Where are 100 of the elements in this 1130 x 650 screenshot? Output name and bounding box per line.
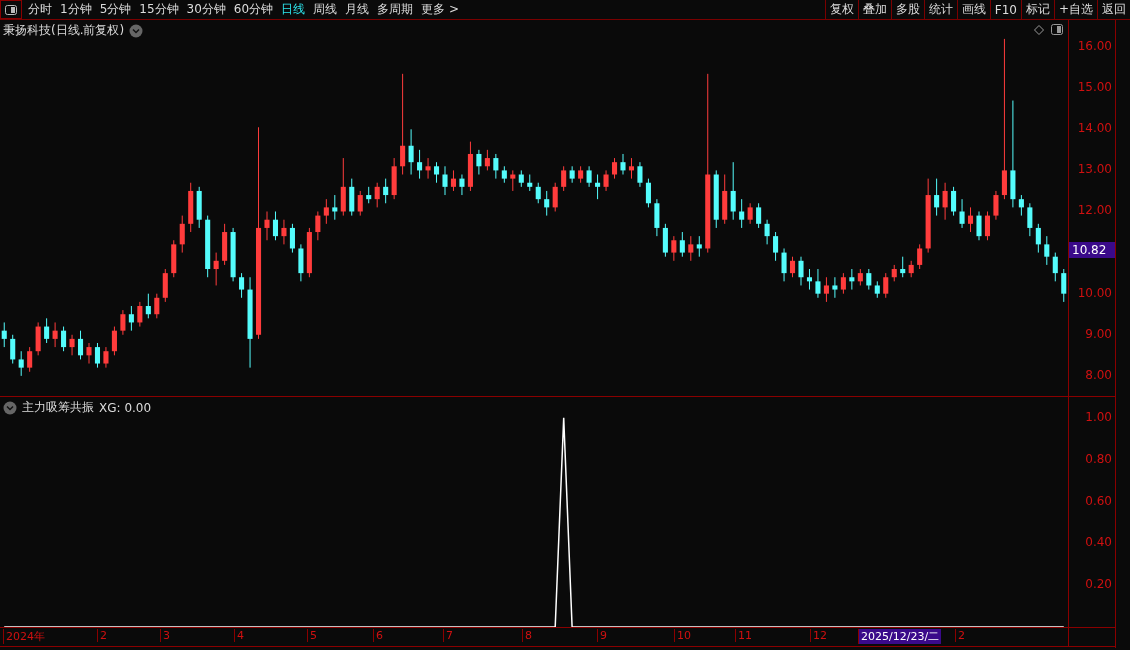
candle xyxy=(272,211,278,241)
candle xyxy=(756,202,762,229)
toolbar-button[interactable]: 多股 xyxy=(890,0,924,19)
toolbar-button[interactable]: F10 xyxy=(989,0,1021,19)
candle xyxy=(603,169,609,192)
candle xyxy=(1044,235,1050,266)
candle xyxy=(984,211,990,241)
candle xyxy=(722,174,728,225)
candle xyxy=(78,330,84,360)
candle xyxy=(306,227,312,278)
candle xyxy=(552,182,558,212)
candle xyxy=(501,165,507,184)
axis-label: 8.00 xyxy=(1085,367,1112,382)
toolbar-button[interactable]: 叠加 xyxy=(857,0,891,19)
candle xyxy=(595,174,601,200)
candle xyxy=(111,326,117,356)
candle xyxy=(137,301,143,328)
candle xyxy=(544,190,550,217)
candle xyxy=(671,235,677,262)
candle xyxy=(654,198,660,237)
toolbar-button[interactable]: 统计 xyxy=(923,0,957,19)
period-tab[interactable]: 分时 xyxy=(24,0,56,19)
candle xyxy=(281,219,287,245)
candle xyxy=(120,309,126,336)
panel-toggle-button[interactable] xyxy=(0,0,22,19)
panel-toggle-icon[interactable] xyxy=(1051,24,1063,35)
candle xyxy=(968,206,974,233)
candle xyxy=(857,268,863,286)
candle xyxy=(781,248,787,282)
candle xyxy=(10,334,16,365)
candle xyxy=(315,211,321,241)
toolbar-button[interactable]: 画线 xyxy=(956,0,990,19)
axis-label: 14.00 xyxy=(1077,121,1112,136)
candle xyxy=(849,268,855,291)
period-tab[interactable]: 月线 xyxy=(341,0,374,19)
candle xyxy=(1,321,7,348)
toolbar-button[interactable]: +自选 xyxy=(1053,0,1097,19)
candle xyxy=(510,169,516,192)
candle xyxy=(171,239,177,278)
period-tab[interactable]: 多周期 xyxy=(373,0,418,19)
candle xyxy=(442,165,448,196)
candle xyxy=(323,198,329,225)
candle xyxy=(450,169,456,192)
candle xyxy=(332,194,338,221)
candle xyxy=(917,243,923,270)
candle xyxy=(1018,194,1024,217)
candle xyxy=(425,157,431,180)
period-tab[interactable]: 周线 xyxy=(309,0,342,19)
candle xyxy=(951,186,957,217)
candle xyxy=(586,165,592,188)
candle xyxy=(518,169,524,188)
period-tab[interactable]: 30分钟 xyxy=(182,0,230,19)
candle xyxy=(1035,223,1041,254)
candle xyxy=(806,268,812,291)
candle xyxy=(289,223,295,254)
candle xyxy=(417,149,423,180)
candle xyxy=(408,128,414,175)
candle xyxy=(798,256,804,286)
candle xyxy=(993,190,999,221)
period-tab[interactable]: 60分钟 xyxy=(229,0,278,19)
candle xyxy=(1052,252,1058,282)
candle xyxy=(535,182,541,204)
candle xyxy=(213,252,219,286)
toolbar-button[interactable]: 返回 xyxy=(1097,0,1130,19)
candle xyxy=(61,326,67,352)
diamond-icon[interactable] xyxy=(1034,25,1044,35)
period-tab[interactable]: 15分钟 xyxy=(135,0,183,19)
dropdown-icon[interactable] xyxy=(3,400,17,415)
period-tab[interactable]: 日线 xyxy=(277,0,310,19)
date-label: 12 xyxy=(810,629,829,642)
candle xyxy=(44,317,50,344)
axis-label: 10.00 xyxy=(1077,285,1112,300)
candle xyxy=(688,235,694,262)
candle xyxy=(154,293,160,319)
candle xyxy=(713,169,719,229)
candle xyxy=(561,165,567,192)
candle xyxy=(773,231,779,262)
dropdown-icon[interactable] xyxy=(129,23,144,38)
candle xyxy=(145,293,151,319)
candle xyxy=(162,268,168,303)
candle xyxy=(476,149,482,175)
candle xyxy=(823,276,829,303)
axis-label: 16.00 xyxy=(1077,39,1112,54)
date-label: 2024年 xyxy=(3,629,47,644)
candle xyxy=(730,161,736,221)
candle xyxy=(612,157,618,180)
panel-toggle-icon xyxy=(5,4,17,15)
date-label: 4 xyxy=(234,629,246,642)
candle xyxy=(205,215,211,278)
candle xyxy=(747,202,753,225)
date-label: 6 xyxy=(373,629,385,642)
date-label: 11 xyxy=(735,629,754,642)
candle xyxy=(764,219,770,245)
period-tab[interactable]: 5分钟 xyxy=(95,0,136,19)
toolbar-button[interactable]: 标记 xyxy=(1020,0,1054,19)
toolbar-button[interactable]: 复权 xyxy=(824,0,858,19)
candle xyxy=(298,243,304,282)
candle xyxy=(52,321,58,348)
more-button[interactable]: 更多 > xyxy=(417,0,463,19)
period-tab[interactable]: 1分钟 xyxy=(56,0,96,19)
